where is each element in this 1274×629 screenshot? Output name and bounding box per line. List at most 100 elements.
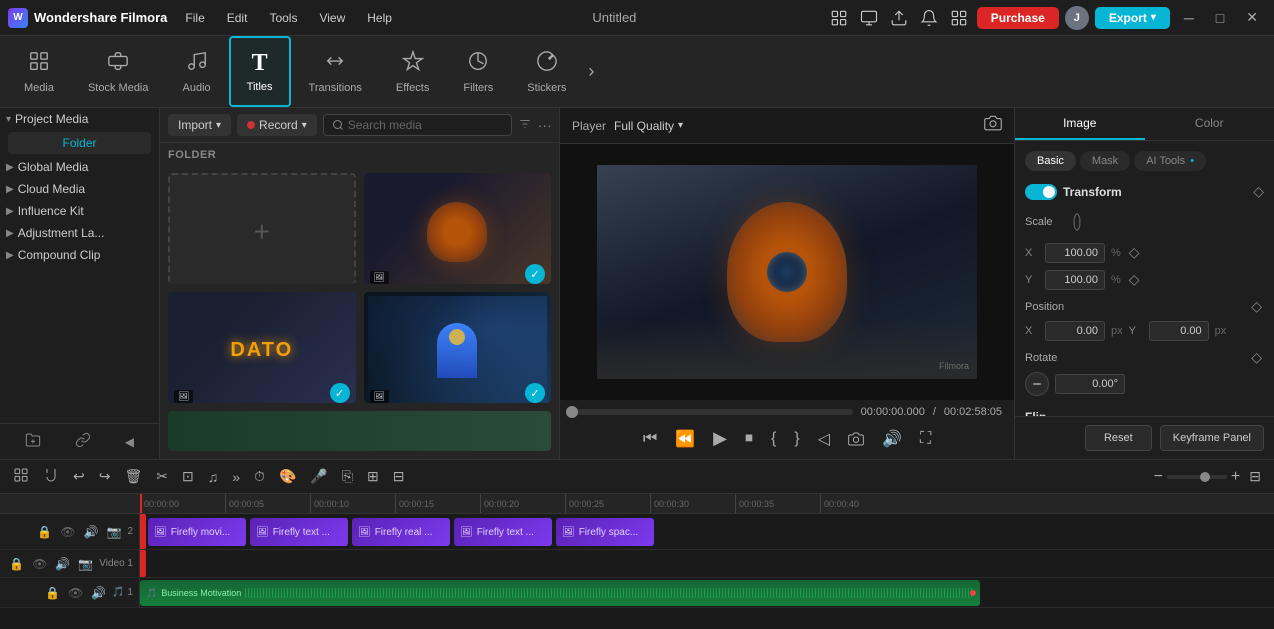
play-button[interactable]: ▶ xyxy=(707,424,733,453)
tl-pip-button[interactable]: ⊟ xyxy=(388,465,410,488)
stop-button[interactable]: ⏹ xyxy=(739,426,759,452)
pos-x-input[interactable] xyxy=(1045,321,1105,341)
sidebar-item-compound-clip[interactable]: ▶ Compound Clip xyxy=(0,244,159,266)
track-1-camera-icon[interactable]: 📷 xyxy=(76,555,95,573)
mark-in-button[interactable]: { xyxy=(765,426,782,452)
tool-titles[interactable]: T Titles xyxy=(229,36,291,107)
audio-track-body[interactable]: 🎵 Business Motivation xyxy=(140,578,1274,607)
menu-help[interactable]: Help xyxy=(357,9,402,27)
transform-toggle[interactable] xyxy=(1025,184,1057,200)
fullscreen-button[interactable]: ⛶ xyxy=(914,426,937,452)
audio-button[interactable]: 🔊 xyxy=(876,425,908,453)
skip-start-button[interactable]: ⏮ xyxy=(637,426,663,452)
menu-file[interactable]: File xyxy=(175,9,214,27)
rotate-dial[interactable] xyxy=(1025,372,1049,396)
tl-speed-button[interactable]: ⏱ xyxy=(249,465,270,488)
rotate-reset-icon[interactable]: ◇ xyxy=(1249,347,1264,368)
media-item-firefly-real[interactable]: 🖼 ✓ Firefly real people wit... xyxy=(364,292,552,403)
toolbar-expand-button[interactable]: › xyxy=(584,36,598,107)
sidebar-item-influence-kit[interactable]: ▶ Influence Kit xyxy=(0,200,159,222)
link-icon[interactable] xyxy=(71,428,95,455)
user-avatar[interactable]: J xyxy=(1065,6,1089,30)
menu-tools[interactable]: Tools xyxy=(259,9,307,27)
tl-audio-adjust-button[interactable]: ♫ xyxy=(203,466,224,488)
sub-tab-basic[interactable]: Basic xyxy=(1025,151,1076,171)
tl-redo-button[interactable]: ↪ xyxy=(94,465,116,488)
search-input[interactable] xyxy=(348,118,503,132)
tool-stock-media[interactable]: Stock Media xyxy=(72,36,165,107)
import-button[interactable]: Import ▾ xyxy=(168,114,231,136)
sidebar-collapse-button[interactable]: ◀ xyxy=(121,431,138,453)
scale-x-reset-icon[interactable]: ◇ xyxy=(1127,242,1142,263)
sidebar-item-global-media[interactable]: ▶ Global Media xyxy=(0,156,159,178)
audio-clip-business[interactable]: 🎵 Business Motivation xyxy=(140,580,980,606)
zoom-in-button[interactable]: + xyxy=(1231,468,1240,486)
position-reset-icon[interactable]: ◇ xyxy=(1249,296,1264,317)
clip-firefly-text-1[interactable]: 🖼 Firefly text ... xyxy=(250,518,348,546)
track-lock-icon[interactable]: 🔒 xyxy=(35,523,54,541)
track-audio-icon[interactable]: 🔊 xyxy=(82,523,101,541)
clip-firefly-text-2[interactable]: 🖼 Firefly text ... xyxy=(454,518,552,546)
tl-color-button[interactable]: 🎨 xyxy=(274,465,301,488)
reset-button[interactable]: Reset xyxy=(1085,425,1152,451)
audio-lock-icon[interactable]: 🔒 xyxy=(43,584,62,602)
sub-tab-ai-tools[interactable]: AI Tools xyxy=(1134,151,1206,171)
video-track-1-body[interactable] xyxy=(140,550,1274,577)
track-hide-icon[interactable]: 👁 xyxy=(58,523,77,541)
monitor-icon[interactable] xyxy=(857,6,881,30)
sidebar-item-cloud-media[interactable]: ▶ Cloud Media xyxy=(0,178,159,200)
quality-select[interactable]: Full Quality ▾ xyxy=(614,119,683,133)
tl-voice-button[interactable]: 🎤 xyxy=(305,465,332,488)
snapshot-button[interactable] xyxy=(842,427,870,451)
mark-out-button[interactable]: } xyxy=(788,426,805,452)
sidebar-folder-item[interactable]: Folder xyxy=(8,132,151,154)
progress-thumb[interactable] xyxy=(566,406,578,418)
export-button[interactable]: Export ▾ xyxy=(1095,7,1170,29)
tl-group-button[interactable]: ⊞ xyxy=(362,465,384,488)
filter-icon[interactable] xyxy=(518,117,532,134)
tl-undo-button[interactable]: ↩ xyxy=(68,465,90,488)
sub-tab-mask[interactable]: Mask xyxy=(1080,151,1130,171)
minimize-button[interactable]: ─ xyxy=(1176,8,1202,28)
track-1-audio-icon[interactable]: 🔊 xyxy=(53,555,72,573)
add-folder-icon[interactable] xyxy=(21,428,45,455)
zoom-thumb[interactable] xyxy=(1200,472,1210,482)
tl-delete-button[interactable]: 🗑 xyxy=(119,465,147,488)
tl-more-button[interactable]: » xyxy=(227,466,245,488)
clip-firefly-real[interactable]: 🖼 Firefly real ... xyxy=(352,518,450,546)
zoom-bar[interactable] xyxy=(1167,475,1227,479)
maximize-button[interactable]: □ xyxy=(1208,8,1232,28)
prev-frame-button[interactable]: ◁ xyxy=(812,425,836,453)
menu-edit[interactable]: Edit xyxy=(217,9,258,27)
tl-layout-button[interactable]: ⊟ xyxy=(1244,465,1266,488)
tool-filters[interactable]: Filters xyxy=(447,36,509,107)
media-item-firefly-text-anim[interactable]: DATO 🖼 ✓ Firefly text animation ... xyxy=(168,292,356,403)
track-camera-icon[interactable]: 📷 xyxy=(104,523,123,541)
audio-mute-icon[interactable]: 🔊 xyxy=(89,584,108,602)
link-scale-icon[interactable] xyxy=(1069,208,1085,236)
media-item-partial[interactable] xyxy=(168,411,551,451)
media-import-placeholder[interactable]: + Import Media xyxy=(168,173,356,284)
zoom-out-button[interactable]: − xyxy=(1154,468,1163,486)
more-options-icon[interactable]: ··· xyxy=(538,117,552,133)
search-box[interactable] xyxy=(323,114,512,136)
rotate-input[interactable] xyxy=(1055,374,1125,394)
tool-transitions[interactable]: Transitions xyxy=(293,36,378,107)
tool-media[interactable]: Media xyxy=(8,36,70,107)
tool-audio[interactable]: Audio xyxy=(167,36,227,107)
tl-add-track-button[interactable] xyxy=(8,464,34,489)
clip-firefly-movi[interactable]: 🖼 Firefly movi... xyxy=(148,518,246,546)
scale-y-reset-icon[interactable]: ◇ xyxy=(1127,269,1142,290)
purchase-button[interactable]: Purchase xyxy=(977,7,1059,29)
tab-image[interactable]: Image xyxy=(1015,108,1145,140)
menu-view[interactable]: View xyxy=(309,9,355,27)
step-back-button[interactable]: ⏪ xyxy=(669,425,701,453)
video-track-2-body[interactable]: 🖼 Firefly movi... 🖼 Firefly text ... 🖼 F… xyxy=(140,514,1274,549)
scale-y-input[interactable] xyxy=(1045,270,1105,290)
keyframe-panel-button[interactable]: Keyframe Panel xyxy=(1160,425,1264,451)
track-1-hide-icon[interactable]: 👁 xyxy=(30,555,49,573)
pos-y-input[interactable] xyxy=(1149,321,1209,341)
upload-icon[interactable] xyxy=(887,6,911,30)
tl-magnet-button[interactable] xyxy=(38,464,64,489)
transform-reset-icon[interactable]: ◇ xyxy=(1253,183,1264,200)
